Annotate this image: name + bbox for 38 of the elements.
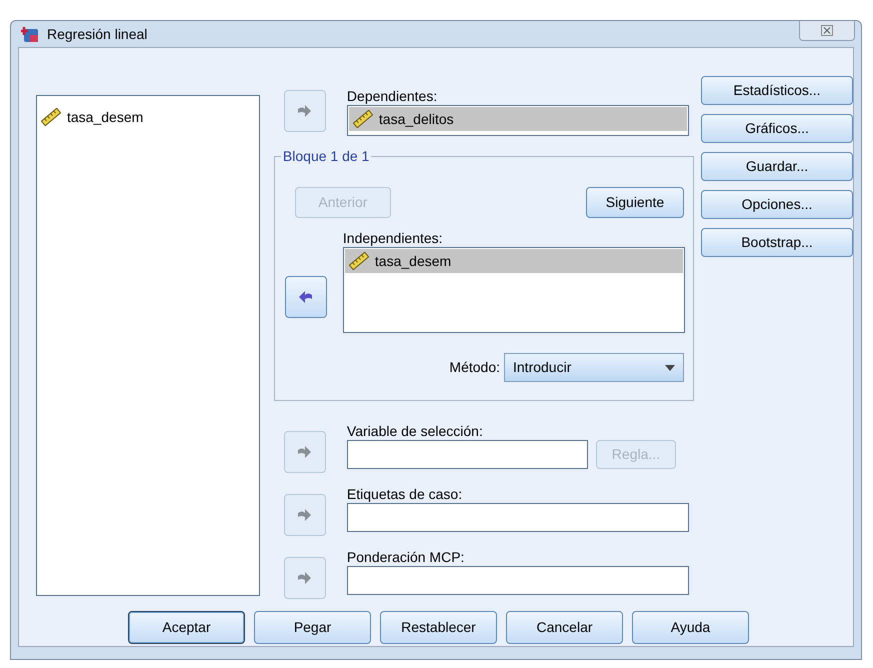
dialog-button[interactable]: Pegar [254,611,371,644]
dialog-button[interactable]: Guardar... [701,152,853,181]
input-field[interactable] [346,440,588,469]
dialog-button[interactable]: Restablecer [380,611,497,644]
dialog-button[interactable]: Bootstrap... [701,228,853,257]
field-label: Independientes: [342,230,444,247]
method-label: Método: [449,358,500,377]
variable-item[interactable]: tasa_desem [37,105,259,129]
variable-item[interactable]: tasa_desem [344,249,683,273]
arrow-icon [296,507,314,523]
arrow-icon [296,444,314,460]
close-icon [821,25,833,36]
dialog-button[interactable]: Aceptar [128,611,245,644]
app-icon [19,25,39,43]
dialog-button[interactable]: Cancelar [506,611,623,644]
method-dropdown[interactable]: Introducir [504,353,684,382]
move-button[interactable] [284,276,327,318]
variable-list[interactable]: tasa_delitos [346,105,689,136]
dropdown-caret-icon [665,364,675,370]
arrow-icon [296,570,314,586]
next-button[interactable]: Siguiente [586,187,684,218]
field-label: Dependientes: [346,88,438,105]
method-value: Introducir [513,358,572,377]
arrow-icon [296,103,314,119]
dialog-button[interactable]: Estadísticos... [701,76,853,105]
field-label: Etiquetas de caso: [346,486,464,503]
input-field[interactable] [346,503,689,532]
variable-list[interactable]: tasa_desem [342,247,685,333]
input-field[interactable] [346,566,689,595]
dialog-button[interactable]: Ayuda [632,611,749,644]
field-label: Variable de selección: [346,423,484,440]
close-button[interactable] [799,21,855,41]
dialog-button[interactable]: Opciones... [701,190,853,219]
field-label: Ponderación MCP: [346,549,466,566]
window-title: Regresión lineal [47,24,148,44]
arrow-icon [297,289,314,305]
dialog-button[interactable]: Gráficos... [701,114,853,143]
variable-item[interactable]: tasa_delitos [348,107,687,131]
